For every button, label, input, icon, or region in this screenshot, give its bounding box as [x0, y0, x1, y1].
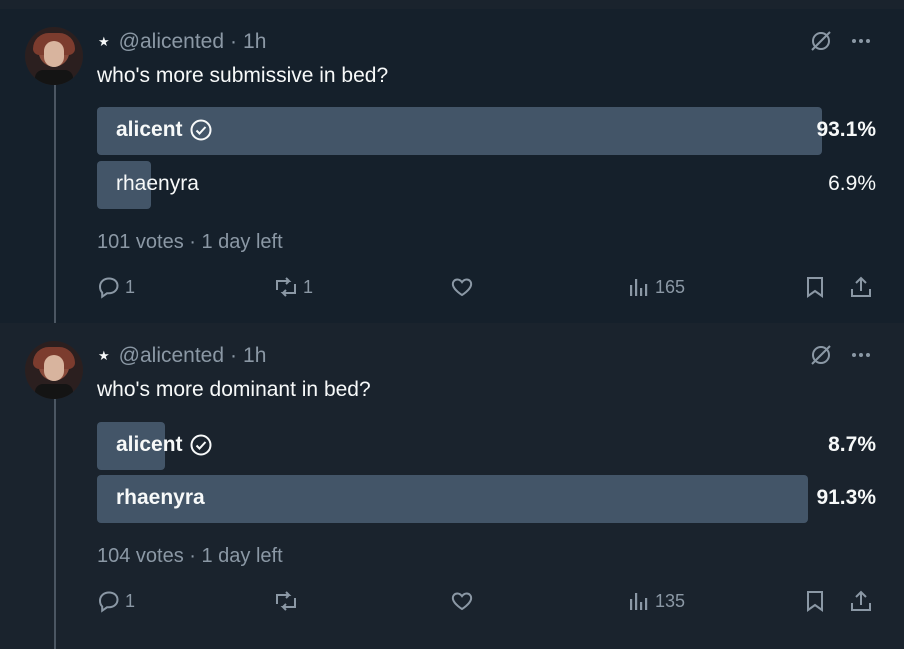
- author-handle[interactable]: @alicented: [119, 30, 224, 54]
- poll-post-2[interactable]: ★ @alicented · 1h who's more dominant in…: [0, 323, 904, 649]
- views-icon: [627, 589, 651, 613]
- star-icon: ★: [98, 348, 110, 363]
- views-icon: [627, 275, 651, 299]
- poll-option-label: rhaenyra: [116, 486, 205, 509]
- post-meta: ★ @alicented · 1h: [98, 30, 266, 54]
- timestamp[interactable]: 1h: [243, 344, 266, 368]
- check-circle-icon: [189, 433, 213, 457]
- views-button[interactable]: 165: [627, 275, 685, 299]
- poll-option: alicent 8.7%: [97, 422, 880, 470]
- share-button[interactable]: [849, 275, 873, 299]
- poll-percent: 6.9%: [828, 172, 876, 195]
- reply-button[interactable]: 1: [97, 589, 135, 613]
- star-icon: ★: [98, 34, 110, 49]
- bookmark-button[interactable]: [804, 275, 826, 299]
- poll-option: rhaenyra 91.3%: [97, 475, 880, 523]
- views-count: 165: [655, 276, 686, 297]
- check-circle-icon: [189, 118, 213, 142]
- bookmark-icon: [804, 275, 826, 299]
- poll-percent: 91.3%: [816, 486, 876, 509]
- bookmark-icon: [804, 589, 826, 613]
- grok-icon[interactable]: [809, 29, 833, 53]
- poll-option-label: alicent: [116, 433, 213, 457]
- author-handle[interactable]: @alicented: [119, 344, 224, 368]
- poll-votes-status: 101 votes · 1 day left: [97, 231, 283, 253]
- views-count: 135: [655, 590, 686, 611]
- action-bar: 1 1 165: [97, 275, 877, 305]
- poll-percent: 8.7%: [828, 433, 876, 456]
- heart-icon: [450, 589, 474, 613]
- repost-icon: [273, 589, 299, 613]
- avatar[interactable]: [25, 341, 83, 399]
- reply-button[interactable]: 1: [97, 275, 135, 299]
- thread-line: [54, 79, 56, 339]
- reply-count: 1: [125, 276, 136, 297]
- poll-votes-status: 104 votes · 1 day left: [97, 545, 283, 567]
- more-icon[interactable]: [849, 31, 873, 51]
- poll-option-label: rhaenyra: [116, 172, 199, 195]
- poll-option-label: alicent: [116, 118, 213, 142]
- share-icon: [849, 275, 873, 299]
- repost-icon: [273, 275, 299, 299]
- avatar[interactable]: [25, 27, 83, 85]
- timestamp[interactable]: 1h: [243, 30, 266, 54]
- heart-icon: [450, 275, 474, 299]
- like-button[interactable]: [450, 275, 474, 299]
- action-bar: 1 135: [97, 589, 877, 619]
- bookmark-button[interactable]: [804, 589, 826, 613]
- post-meta: ★ @alicented · 1h: [98, 344, 266, 368]
- reply-icon: [97, 275, 121, 299]
- poll-option: rhaenyra 6.9%: [97, 161, 880, 209]
- share-button[interactable]: [849, 589, 873, 613]
- repost-count: 1: [303, 276, 314, 297]
- reply-count: 1: [125, 590, 136, 611]
- reply-icon: [97, 589, 121, 613]
- like-button[interactable]: [450, 589, 474, 613]
- poll-option: alicent 93.1%: [97, 107, 880, 155]
- poll-question: who's more submissive in bed?: [97, 64, 389, 87]
- separator: ·: [230, 30, 238, 53]
- more-icon[interactable]: [849, 345, 873, 365]
- top-strip: [0, 0, 904, 9]
- poll-percent: 93.1%: [816, 118, 876, 141]
- poll-question: who's more dominant in bed?: [97, 378, 371, 401]
- repost-button[interactable]: [273, 589, 303, 613]
- grok-icon[interactable]: [809, 343, 833, 367]
- poll-post-1[interactable]: ★ @alicented · 1h who's more submissive …: [0, 9, 904, 339]
- thread-line: [54, 393, 56, 649]
- separator: ·: [230, 344, 238, 367]
- views-button[interactable]: 135: [627, 589, 685, 613]
- share-icon: [849, 589, 873, 613]
- repost-button[interactable]: 1: [273, 275, 313, 299]
